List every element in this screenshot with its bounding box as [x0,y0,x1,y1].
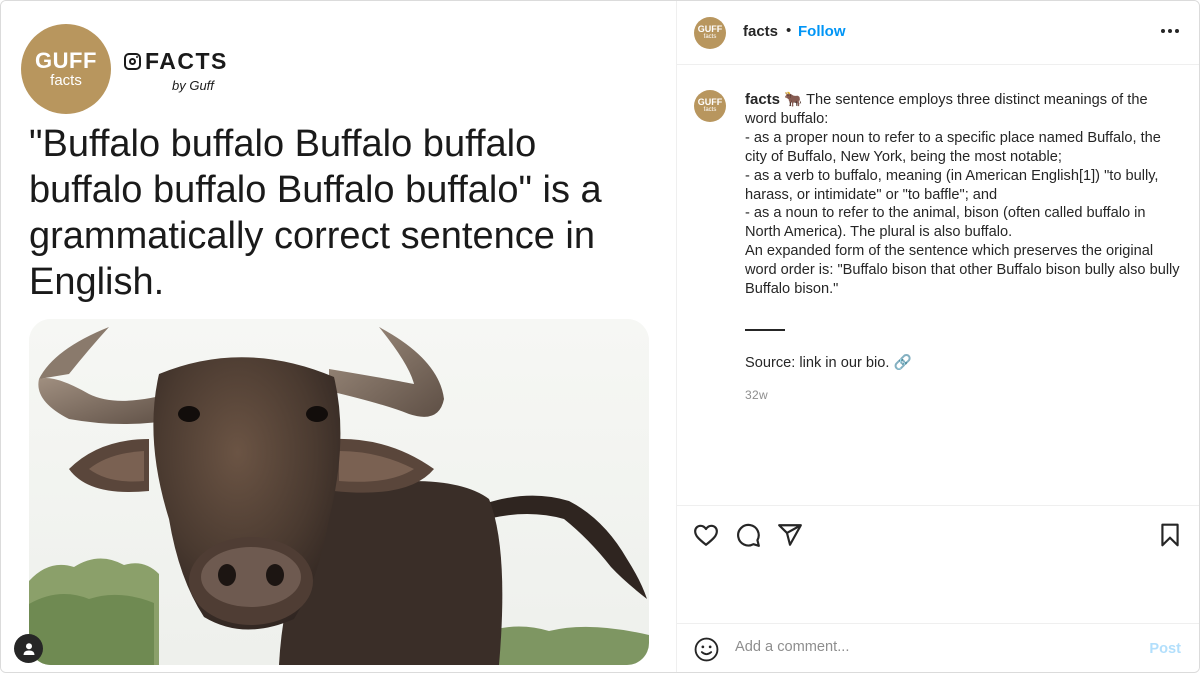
post-side-panel: GUFF facts facts • Follow GUFF facts fac… [677,1,1199,672]
caption-username[interactable]: facts [745,91,780,108]
instagram-icon [124,53,141,70]
logo-text-facts: facts [50,71,82,89]
add-comment-bar: Post [677,623,1199,672]
post-header: GUFF facts facts • Follow [677,1,1199,65]
tagged-user-button[interactable] [14,634,43,663]
guff-facts-logo: GUFF facts [21,24,111,114]
comment-icon[interactable] [735,522,761,548]
post-timestamp[interactable]: 32w [745,388,768,402]
caption-divider [745,329,785,331]
caption-line: - as a verb to buffalo, meaning (in Amer… [745,167,1159,203]
avatar-text-facts: facts [703,107,717,113]
caption-line: An expanded form of the sentence which p… [745,243,1180,298]
avatar-text-facts: facts [703,34,717,40]
author-avatar[interactable]: GUFF facts [694,17,726,49]
emoji-icon[interactable] [694,637,719,662]
post-media[interactable]: GUFF facts FACTS by Guff "Buffalo buffal… [1,1,677,672]
post-caption: facts 🐂 The sentence employs three disti… [745,91,1181,299]
user-icon [23,642,34,655]
ox-emoji: 🐂 [784,92,803,108]
share-icon[interactable] [777,522,803,548]
comment-input[interactable] [735,639,1115,655]
bookmark-icon[interactable] [1157,522,1183,548]
brand-wordmark: FACTS by Guff [124,48,228,93]
avatar-text-guff: GUFF [697,97,723,107]
avatar-text-guff: GUFF [697,24,723,34]
water-buffalo-photo [29,319,649,665]
author-username[interactable]: facts [743,23,778,40]
caption-line: - as a noun to refer to the animal, biso… [745,205,1146,241]
caption-author-avatar[interactable]: GUFF facts [694,90,726,122]
logo-text-guff: GUFF [35,47,97,73]
caption-line: - as a proper noun to refer to a specifi… [745,129,1161,165]
heart-icon[interactable] [693,522,719,548]
brand-byline: by Guff [172,78,214,93]
more-options-icon[interactable] [1161,29,1179,33]
post-actions [677,505,1199,623]
follow-button[interactable]: Follow [798,23,846,40]
post-comment-button[interactable]: Post [1149,641,1181,657]
caption-source: Source: link in our bio. 🔗 [745,355,912,371]
brand-name: FACTS [145,48,228,74]
post-dialog: GUFF facts FACTS by Guff "Buffalo buffal… [0,0,1200,673]
caption-line: The sentence employs three distinct mean… [745,92,1148,127]
separator-dot: • [786,22,792,39]
media-headline: "Buffalo buffalo Buffalo buffalo buffalo… [29,123,602,303]
